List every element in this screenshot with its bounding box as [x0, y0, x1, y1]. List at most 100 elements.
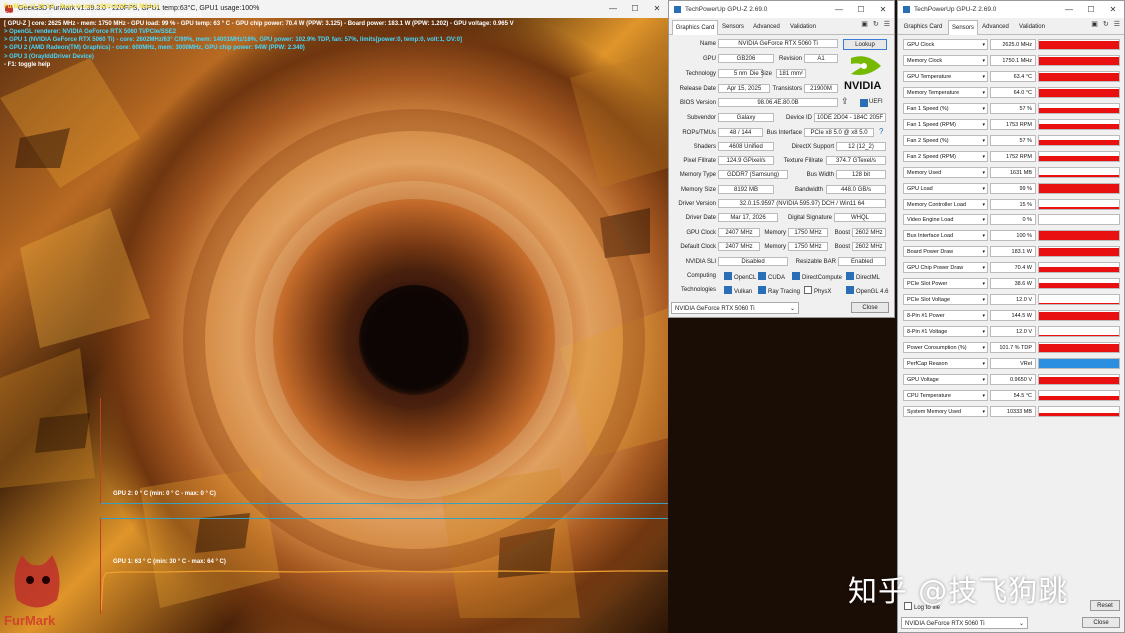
share-icon[interactable]: ⇪ [841, 96, 849, 107]
gpu-clock-label: GPU Clock [686, 230, 716, 236]
chevron-down-icon: ▾ [982, 57, 985, 64]
memory-clock-label: Memory [764, 230, 786, 236]
minimize-icon[interactable]: — [828, 1, 850, 19]
menu-icon[interactable]: ☰ [884, 21, 890, 28]
sensor-name-dropdown[interactable]: GPU Chip Power Draw ▾ [903, 262, 988, 274]
gpuz-app-icon [674, 6, 681, 13]
technology-checkbox-vulkan[interactable]: Vulkan [724, 286, 752, 295]
close-icon[interactable]: ✕ [1102, 1, 1124, 19]
tab-sensors[interactable]: Sensors [948, 20, 978, 35]
close-button[interactable]: Close [1082, 617, 1120, 628]
sensor-row: PCIe Slot Voltage ▾ 12.0 V [903, 294, 1121, 306]
sensor-name-dropdown[interactable]: GPU Temperature ▾ [903, 70, 988, 82]
minimize-icon[interactable]: — [602, 0, 624, 18]
computing-checkbox-directcompute[interactable]: DirectCompute [792, 272, 842, 281]
close-button[interactable]: Close [851, 302, 889, 313]
sensor-name-dropdown[interactable]: Video Engine Load ▾ [903, 214, 988, 226]
sensor-name-dropdown[interactable]: PerfCap Reason ▾ [903, 358, 988, 369]
sensor-name-dropdown[interactable]: Fan 1 Speed (RPM) ▾ [903, 118, 988, 130]
sensor-row: Memory Controller Load ▾ 15 % [903, 198, 1121, 211]
close-icon[interactable]: ✕ [872, 1, 894, 19]
technology-checkbox-physx[interactable]: PhysX [804, 286, 831, 295]
sensor-row: GPU Clock ▾ 2625.0 MHz [903, 39, 1121, 51]
tab-graphics-card[interactable]: Graphics Card [672, 20, 718, 35]
maximize-icon[interactable]: ☐ [1080, 1, 1102, 19]
technology-checkbox-opengl-4-6[interactable]: OpenGL 4.6 [846, 286, 888, 295]
sensor-name-dropdown[interactable]: GPU Clock ▾ [903, 39, 988, 50]
technology-option-label: Ray Tracing [768, 289, 801, 295]
sensor-name-dropdown[interactable]: Memory Temperature ▾ [903, 86, 988, 98]
tab-validation[interactable]: Validation [786, 20, 820, 34]
tab-advanced[interactable]: Advanced [750, 20, 783, 34]
sensor-name-dropdown[interactable]: Memory Clock ▾ [903, 54, 988, 66]
sensor-name-dropdown[interactable]: Fan 2 Speed (%) ▾ [903, 134, 988, 146]
gpu-select-dropdown[interactable]: NVIDIA GeForce RTX 5060 Ti ⌄ [671, 302, 799, 314]
sensor-name-dropdown[interactable]: PCIe Slot Power ▾ [903, 278, 988, 290]
subvendor-label: Subvendor [686, 115, 716, 121]
sensor-value: 57 % [990, 134, 1036, 146]
shaders-label: Shaders [693, 144, 716, 150]
gpu-select-dropdown[interactable]: NVIDIA GeForce RTX 5060 Ti ⌄ [901, 617, 1028, 629]
bus-interface-label: Bus Interface [766, 130, 802, 136]
sensor-graph-fill [1039, 107, 1119, 113]
tab-advanced[interactable]: Advanced [979, 20, 1012, 34]
computing-checkbox-opencl[interactable]: OpenCL [724, 272, 756, 281]
sensor-name-dropdown[interactable]: GPU Voltage ▾ [903, 373, 988, 385]
device-id-label: Device ID [785, 115, 812, 121]
sensor-name-dropdown[interactable]: System Memory Used ▾ [903, 405, 988, 417]
sensor-name-dropdown[interactable]: Fan 1 Speed (%) ▾ [903, 102, 988, 114]
refresh-icon[interactable]: ↻ [1103, 21, 1109, 28]
computing-checkbox-cuda[interactable]: CUDA [758, 272, 785, 281]
tab-sensors[interactable]: Sensors [719, 20, 747, 34]
sensor-graph [1038, 310, 1120, 322]
menu-icon[interactable]: ☰ [1114, 21, 1120, 28]
directx-label: DirectX Support [791, 144, 834, 150]
sensor-name-dropdown[interactable]: 8-Pin #1 Voltage ▾ [903, 326, 988, 338]
maximize-icon[interactable]: ☐ [624, 0, 646, 18]
minimize-icon[interactable]: — [1058, 1, 1080, 19]
sensor-name-dropdown[interactable]: CPU Temperature ▾ [903, 389, 988, 401]
sensor-name-dropdown[interactable]: GPU Load ▾ [903, 182, 988, 194]
sensor-row: Fan 2 Speed (%) ▾ 57 % [903, 134, 1121, 147]
lookup-button[interactable]: Lookup [843, 39, 887, 50]
technologies-label: Technologies [680, 287, 716, 293]
sensor-name-dropdown[interactable]: Bus Interface Load ▾ [903, 230, 988, 242]
default-memory-label: Memory [764, 244, 786, 250]
computing-checkbox-directml[interactable]: DirectML [846, 272, 880, 281]
refresh-icon[interactable]: ↻ [873, 21, 879, 28]
name-value: NVIDIA GeForce RTX 5060 Ti [718, 39, 838, 48]
sensor-name-dropdown[interactable]: Fan 2 Speed (RPM) ▾ [903, 150, 988, 162]
memory-size-label: Memory Size [680, 187, 716, 193]
revision-value: A1 [804, 54, 838, 63]
maximize-icon[interactable]: ☐ [850, 1, 872, 19]
bus-help-icon[interactable]: ? [879, 127, 883, 136]
technology-checkbox-ray-tracing[interactable]: Ray Tracing [758, 286, 800, 295]
gpuz-titlebar[interactable]: TechPowerUp GPU-Z 2.69.0 — ☐ ✕ [669, 1, 894, 18]
osd-line: FurMark v1.39.3.0 - Burn-in test, 1920x1… [4, 4, 160, 10]
gpuz-sensors-titlebar[interactable]: TechPowerUp GPU-Z 2.69.0 — ☐ ✕ [898, 1, 1124, 18]
sensor-name-dropdown[interactable]: Memory Controller Load ▾ [903, 198, 988, 210]
sensor-graph [1038, 373, 1120, 385]
sensor-row: 8-Pin #1 Power ▾ 144.5 W [903, 310, 1121, 322]
sensor-graph [1038, 134, 1120, 146]
sensor-graph [1038, 150, 1120, 162]
sensor-name-dropdown[interactable]: PCIe Slot Voltage ▾ [903, 294, 988, 306]
sensor-name-dropdown[interactable]: Power Consumption (%) ▾ [903, 342, 988, 354]
sensor-row: CPU Temperature ▾ 54.5 °C [903, 389, 1121, 402]
sensor-row: System Memory Used ▾ 10333 MB [903, 405, 1121, 418]
sensor-name-dropdown[interactable]: Memory Used ▾ [903, 166, 988, 178]
camera-icon[interactable]: ▣ [1091, 21, 1098, 28]
sensor-row: Memory Temperature ▾ 64.0 °C [903, 86, 1121, 99]
sensor-value: 64.0 °C [990, 86, 1036, 98]
tab-graphics-card[interactable]: Graphics Card [901, 20, 945, 34]
sensor-name-dropdown[interactable]: Board Power Draw ▾ [903, 246, 988, 258]
gpuz-toolbar: ▣ ↻ ☰ [856, 20, 890, 28]
reset-button[interactable]: Reset [1090, 600, 1120, 611]
tab-validation[interactable]: Validation [1015, 20, 1049, 34]
sensor-graph [1038, 278, 1120, 290]
close-icon[interactable]: ✕ [646, 0, 668, 18]
camera-icon[interactable]: ▣ [861, 21, 868, 28]
release-date-label: Release Date [679, 86, 716, 92]
sensor-name-dropdown[interactable]: 8-Pin #1 Power ▾ [903, 310, 988, 322]
sensor-value: 100 % [990, 230, 1036, 242]
